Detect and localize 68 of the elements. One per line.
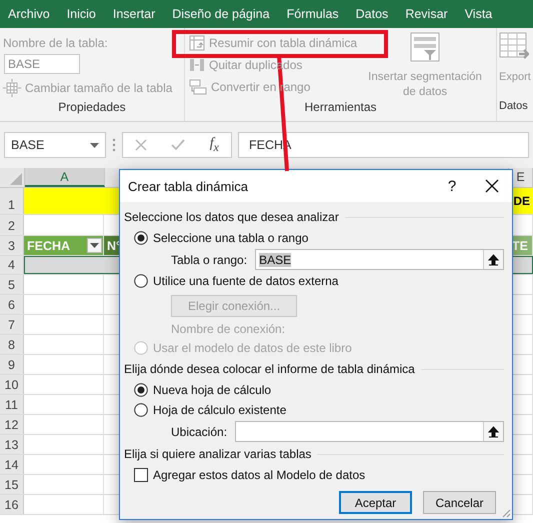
ribbon-tab[interactable]: Datos — [356, 7, 388, 21]
input-field[interactable] — [235, 421, 504, 442]
radio-button[interactable] — [134, 231, 148, 245]
resize-table-icon — [3, 79, 21, 97]
section-heading: Elija dónde desea colocar el informe de tabla dinámica — [124, 362, 415, 376]
filter-button[interactable] — [87, 238, 102, 253]
row-number: 3 — [0, 236, 24, 255]
column-header-cell: FECHA — [27, 238, 70, 252]
cancel-button[interactable]: Cancelar — [423, 491, 496, 514]
slicer-icon — [410, 32, 440, 62]
field-label: Tabla o rango: — [171, 252, 248, 266]
section-heading: Elija si quiere analizar varias tablas — [124, 447, 312, 461]
group-label: Datos — [498, 100, 529, 114]
row-number: 11 — [0, 395, 24, 414]
field-label: Ubicación: — [171, 424, 228, 438]
radio-button[interactable] — [134, 403, 148, 417]
connection-name-label: Nombre de conexión: — [171, 322, 286, 336]
group-label: Propiedades — [57, 100, 127, 116]
ribbon-tab[interactable]: Insertar — [112, 7, 156, 21]
dropdown-arrow-icon — [90, 142, 99, 148]
checkbox[interactable] — [134, 468, 148, 482]
columns-icon — [189, 57, 205, 73]
group-label: Herramientas — [303, 100, 378, 116]
ribbon-tab[interactable]: Fórmulas — [286, 7, 339, 21]
input-field[interactable]: BASE — [255, 249, 504, 270]
up-arrow-icon — [488, 254, 499, 266]
radio-button[interactable] — [134, 383, 148, 397]
table-name-field[interactable]: BASE — [4, 54, 80, 74]
caret-icon — [90, 243, 99, 248]
collapse-button[interactable] — [483, 422, 503, 441]
radio-label: Nueva hoja de cálculo — [153, 383, 272, 397]
ribbon-tab[interactable]: Archivo — [8, 7, 50, 21]
insert-function-button[interactable]: f$_{x}$ — [210, 136, 219, 154]
ribbon-tab[interactable]: Revisar — [405, 7, 448, 21]
radio-label: Hoja de cálculo existente — [153, 403, 286, 417]
resize-grip-icon[interactable] — [501, 508, 511, 518]
row-number: 9 — [0, 355, 24, 374]
convert-icon — [189, 79, 207, 95]
row-number: 6 — [0, 295, 24, 314]
ok-button[interactable]: Aceptar — [339, 491, 412, 514]
row-number: 2 — [0, 215, 24, 235]
row-number: 13 — [0, 435, 24, 454]
ribbon-tab[interactable]: Vista — [464, 7, 492, 21]
close-icon[interactable] — [485, 179, 499, 193]
row-number: 15 — [0, 475, 24, 494]
row-number: 14 — [0, 455, 24, 474]
row-number: 1 — [0, 188, 24, 214]
row-number: 8 — [0, 335, 24, 354]
row-number: 5 — [0, 275, 24, 294]
row-number: 4 — [0, 256, 24, 274]
table-name-label: Nombre de la tabla: — [3, 36, 109, 50]
radio-label: Utilice una fuente de datos externa — [153, 274, 338, 288]
row-number: 10 — [0, 375, 24, 394]
radio-button[interactable] — [134, 274, 148, 288]
row-number: 12 — [0, 415, 24, 434]
row-number: 7 — [0, 315, 24, 334]
pivot-table-icon — [189, 35, 205, 51]
ribbon-tab[interactable]: Diseño de página — [172, 7, 270, 21]
name-box[interactable]: BASE — [4, 132, 106, 158]
ribbon-tab[interactable]: Inicio — [66, 7, 96, 21]
column-header[interactable]: A — [24, 168, 105, 187]
up-arrow-icon — [488, 426, 499, 438]
grip-icon — [112, 138, 116, 152]
check-icon[interactable] — [171, 139, 186, 151]
row-number: 16 — [0, 495, 24, 514]
checkbox-label: Agregar estos datos al Modelo de datos — [153, 468, 366, 482]
radio-label: Usar el modelo de datos de este libro — [153, 341, 352, 355]
collapse-button[interactable] — [483, 250, 503, 269]
